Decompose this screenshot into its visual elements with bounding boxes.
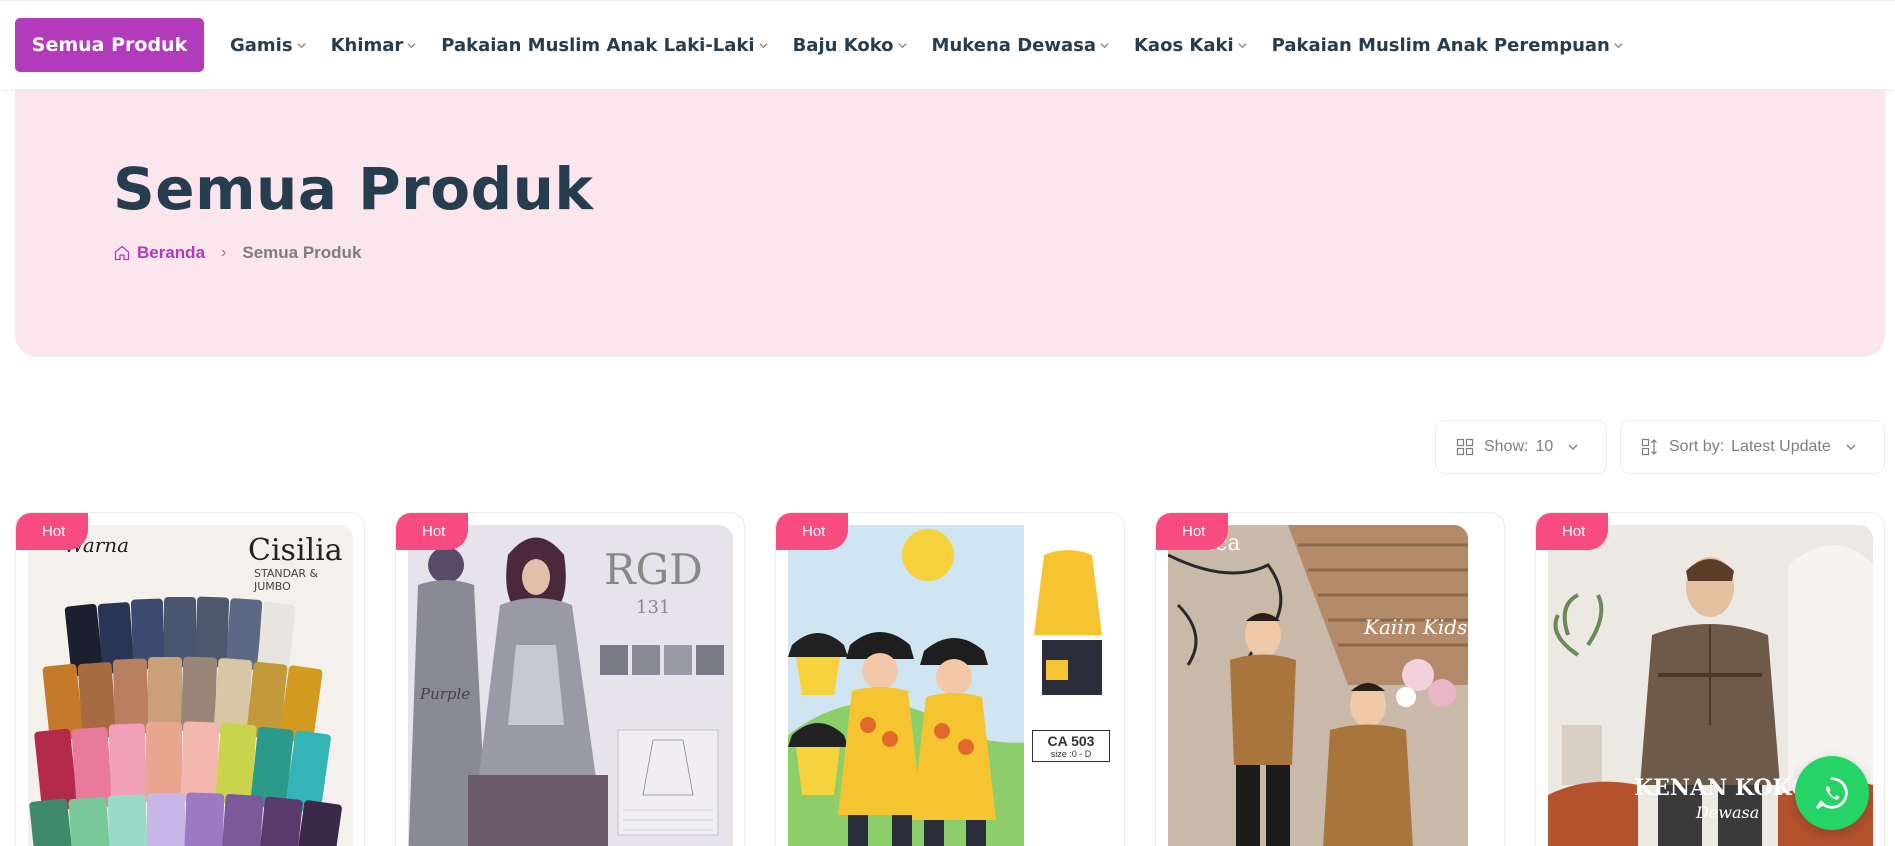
nav-item-pakaian-anak-laki[interactable]: Pakaian Muslim Anak Laki-Laki xyxy=(441,35,768,56)
product-image[interactable]: RGD 131 Purple xyxy=(408,525,733,846)
hot-badge: Hot xyxy=(16,513,89,550)
product-card[interactable]: Hot RGD 131 Purple xyxy=(395,512,745,846)
product-brand-sub: STANDAR & JUMBO xyxy=(254,567,319,593)
show-label: Show: xyxy=(1484,438,1529,455)
product-brand: Cisilia xyxy=(248,533,343,568)
product-brand: KENAN KOKO xyxy=(1634,775,1811,801)
chevron-down-icon xyxy=(758,40,769,51)
chevron-down-icon xyxy=(1845,441,1857,453)
sort-label: Sort by: xyxy=(1669,438,1725,455)
all-products-button[interactable]: Semua Produk xyxy=(15,18,204,72)
breadcrumb: Beranda › Semua Produk xyxy=(113,243,361,263)
chevron-down-icon xyxy=(1567,441,1579,453)
sort-icon xyxy=(1641,438,1659,456)
nav-item-label: Pakaian Muslim Anak Perempuan xyxy=(1271,34,1610,56)
breadcrumb-home-link[interactable]: Beranda xyxy=(113,243,205,263)
product-brand: RGD xyxy=(604,545,703,594)
grid-icon xyxy=(1456,438,1474,456)
chevron-down-icon xyxy=(897,40,908,51)
sort-select[interactable]: Sort by: Latest Update xyxy=(1620,420,1885,474)
show-value: 10 xyxy=(1535,438,1554,455)
nav-item-label: Pakaian Muslim Anak Laki-Laki xyxy=(441,34,755,56)
nav-item-kaos-kaki[interactable]: Kaos Kaki xyxy=(1134,35,1248,56)
product-card[interactable]: Hot ica Kaiin Kids xyxy=(1155,512,1505,846)
hot-badge: Hot xyxy=(1536,513,1609,550)
chevron-down-icon xyxy=(1613,40,1624,51)
product-brand-sub: 131 xyxy=(636,597,671,618)
chevron-down-icon xyxy=(406,40,417,51)
nav-item-label: Gamis xyxy=(230,34,293,56)
nav-item-khimar[interactable]: Khimar xyxy=(331,35,418,56)
top-navigation: Semua Produk Gamis Khimar Pakaian Muslim… xyxy=(0,0,1895,89)
hot-badge: Hot xyxy=(396,513,469,550)
breadcrumb-current: Semua Produk xyxy=(242,243,362,262)
nav-item-baju-koko[interactable]: Baju Koko xyxy=(793,35,908,56)
product-image[interactable]: ica Kaiin Kids xyxy=(1168,525,1468,846)
product-brand-sub: Dewasa xyxy=(1696,803,1760,822)
chevron-down-icon xyxy=(1099,40,1110,51)
product-brand: Kaiin Kids xyxy=(1364,615,1468,639)
whatsapp-icon xyxy=(1813,774,1851,812)
breadcrumb-home-label: Beranda xyxy=(137,243,206,262)
breadcrumb-separator: › xyxy=(221,244,227,261)
nav-item-label: Khimar xyxy=(330,34,404,56)
page-header: Semua Produk Beranda › Semua Produk xyxy=(15,89,1885,357)
sort-value: Latest Update xyxy=(1731,438,1831,455)
chevron-down-icon xyxy=(296,40,307,51)
page-title: Semua Produk xyxy=(113,155,594,223)
product-color-label: Purple xyxy=(420,685,471,703)
nav-item-label: Mukena Dewasa xyxy=(931,34,1096,56)
product-image[interactable]: Warna Cisilia STANDAR & JUMBO xyxy=(28,525,353,846)
product-image[interactable]: CA 503 size :0 - D xyxy=(788,525,1113,846)
hot-badge: Hot xyxy=(1156,513,1229,550)
nav-item-label: Baju Koko xyxy=(792,34,894,56)
nav-item-gamis[interactable]: Gamis xyxy=(230,35,307,56)
hot-badge: Hot xyxy=(776,513,849,550)
home-icon xyxy=(113,244,131,262)
chevron-down-icon xyxy=(1237,40,1248,51)
nav-item-pakaian-anak-perempuan[interactable]: Pakaian Muslim Anak Perempuan xyxy=(1272,35,1624,56)
nav-item-mukena-dewasa[interactable]: Mukena Dewasa xyxy=(932,35,1110,56)
nav-item-label: Kaos Kaki xyxy=(1133,34,1234,56)
product-card[interactable]: Hot xyxy=(775,512,1125,846)
show-count-select[interactable]: Show: 10 xyxy=(1435,420,1607,474)
product-size-tag: CA 503 size :0 - D xyxy=(1032,730,1110,762)
product-card[interactable]: Hot xyxy=(15,512,365,846)
whatsapp-button[interactable] xyxy=(1795,756,1869,830)
